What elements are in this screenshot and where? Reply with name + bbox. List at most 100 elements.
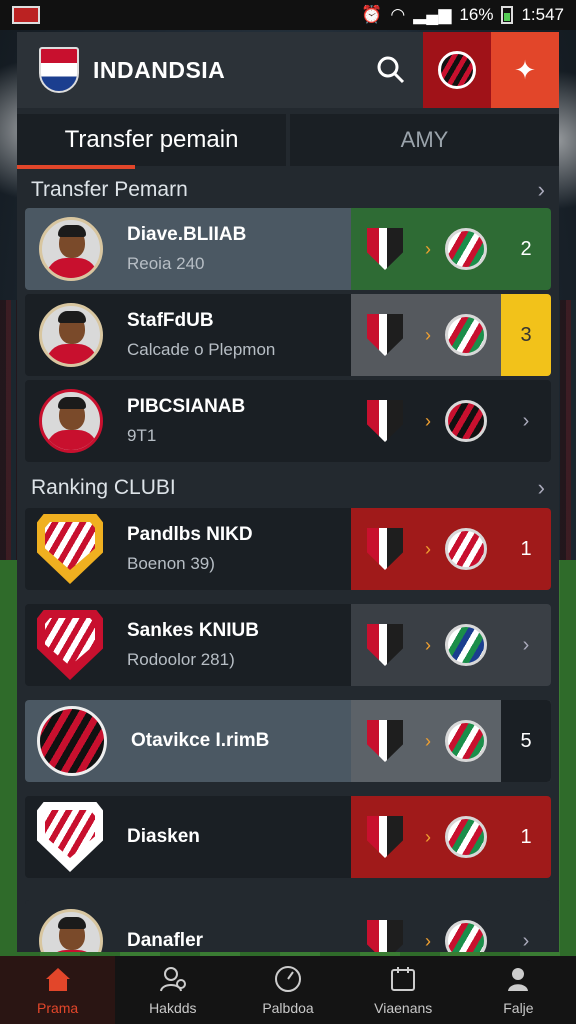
nav-label: Viaenans xyxy=(374,1000,433,1016)
nav-item-palbdoa[interactable]: Palbdoa xyxy=(230,956,345,1024)
arrow-right-icon: › xyxy=(425,826,431,847)
status-bar: ⏰ ◠ ▂▄▆ 16% 1:547 xyxy=(0,0,576,30)
chevron-right-icon: › xyxy=(537,177,545,202)
nav-label: Palbdoa xyxy=(262,1000,314,1016)
calendar-icon xyxy=(388,964,418,994)
arrow-right-icon: › xyxy=(425,238,431,259)
player-detail: Calcade o Plepmon xyxy=(127,340,276,359)
club-name: Otavikce I.rimB xyxy=(131,730,270,751)
to-club-icon xyxy=(445,228,487,270)
club-icon xyxy=(367,720,403,762)
player-avatar xyxy=(39,909,103,952)
player-detail: 9T1 xyxy=(127,426,157,445)
chevron-right-icon: › xyxy=(522,633,530,656)
ranking-row[interactable]: Danafler › › xyxy=(25,900,551,952)
arrow-right-icon: › xyxy=(425,324,431,345)
ranking-row[interactable]: Pandlbs NIKD Boenon 39) › 1 xyxy=(25,508,551,590)
battery-icon xyxy=(501,6,514,24)
from-club-icon xyxy=(367,400,403,442)
chevron-right-icon: › xyxy=(537,475,545,500)
player-detail: Reoia 240 xyxy=(127,254,205,273)
transfer-row[interactable]: Diave.BLIIAB Reoia 240 › 2 xyxy=(25,208,551,290)
section-header-ranking[interactable]: Ranking CLUBI › xyxy=(17,468,559,508)
nav-item-home[interactable]: Prama xyxy=(0,956,116,1024)
club-badge-button[interactable] xyxy=(423,32,491,108)
transfer-row[interactable]: StafFdUB Calcade o Plepmon › 3 xyxy=(25,294,551,376)
club-icon xyxy=(367,920,403,952)
clock: 1:547 xyxy=(521,5,564,24)
profile-icon xyxy=(503,964,533,994)
club-crest xyxy=(37,514,103,584)
from-club-icon xyxy=(367,228,403,270)
top-bar: INDANDSIA ✦ xyxy=(17,32,559,108)
to-club-icon xyxy=(445,400,487,442)
tab-amy[interactable]: AMY xyxy=(290,114,559,166)
player-name: Diave.BLIIAB xyxy=(127,224,247,245)
notifications-button[interactable]: ✦ xyxy=(491,32,559,108)
club-badge-icon xyxy=(438,51,476,89)
player-avatar xyxy=(39,389,103,453)
club-icon xyxy=(367,624,403,666)
club-icon xyxy=(367,816,403,858)
arrow-right-icon: › xyxy=(425,730,431,751)
club-detail: Boenon 39) xyxy=(127,554,215,573)
app-title: INDANDSIA xyxy=(93,56,226,83)
tab-bar: Transfer pemain AMY xyxy=(17,114,559,169)
bottom-nav: Prama Hakdds Palbdoa Viaenans Falje xyxy=(0,956,576,1024)
club-crest xyxy=(37,610,103,680)
battery-percent: 16% xyxy=(459,5,494,24)
alarm-icon: ⏰ xyxy=(361,5,383,24)
compass-icon xyxy=(273,964,303,994)
player-avatar xyxy=(39,303,103,367)
rank-value: 1 xyxy=(520,537,532,560)
club-icon xyxy=(445,528,487,570)
ranking-row[interactable]: Otavikce I.rimB › 5 xyxy=(25,700,551,782)
arrow-right-icon: › xyxy=(425,634,431,655)
club-icon xyxy=(445,920,487,952)
rank-value: 1 xyxy=(520,825,532,848)
tab-transfer[interactable]: Transfer pemain xyxy=(17,114,286,169)
player-name: StafFdUB xyxy=(127,310,214,331)
section-title: Transfer Pemarn xyxy=(31,178,188,201)
nav-item-hakdds[interactable]: Hakdds xyxy=(115,956,230,1024)
player-name: PIBCSIANAB xyxy=(127,396,246,417)
signal-icon: ▂▄▆ xyxy=(413,5,452,24)
club-icon xyxy=(445,624,487,666)
rank-value: 5 xyxy=(501,700,551,782)
arrow-right-icon: › xyxy=(425,930,431,951)
home-icon xyxy=(43,964,73,994)
arrow-right-icon: › xyxy=(425,538,431,559)
app-panel: INDANDSIA ✦ Transfer pemain AMY Transfer… xyxy=(17,32,559,952)
nav-label: Prama xyxy=(36,1000,79,1016)
player-avatar xyxy=(39,217,103,281)
club-detail: Rodoolor 281) xyxy=(127,650,235,669)
chevron-right-icon: › xyxy=(522,929,530,952)
search-button[interactable] xyxy=(371,50,411,90)
from-club-icon xyxy=(367,314,403,356)
to-club-icon xyxy=(445,314,487,356)
nav-item-falje[interactable]: Falje xyxy=(461,956,576,1024)
wifi-icon: ◠ xyxy=(390,5,406,24)
club-icon xyxy=(445,720,487,762)
club-name: Pandlbs NIKD xyxy=(127,524,253,545)
rank-value: 3 xyxy=(501,294,551,376)
section-header-transfers[interactable]: Transfer Pemarn › xyxy=(17,170,559,210)
nav-label: Falje xyxy=(503,1000,534,1016)
club-crest xyxy=(37,706,107,776)
bell-icon: ✦ xyxy=(514,54,536,85)
search-icon xyxy=(377,56,405,84)
club-icon xyxy=(367,528,403,570)
transfer-row[interactable]: PIBCSIANAB 9T1 › › xyxy=(25,380,551,462)
nav-item-viaenans[interactable]: Viaenans xyxy=(346,956,461,1024)
arrow-right-icon: › xyxy=(425,410,431,431)
notification-icon xyxy=(12,6,40,24)
country-flag-icon xyxy=(39,47,79,93)
club-name: Danafler xyxy=(127,930,204,951)
chevron-right-icon: › xyxy=(522,409,530,432)
club-crest xyxy=(37,802,103,872)
user-search-icon xyxy=(158,964,188,994)
ranking-row[interactable]: Diasken › 1 xyxy=(25,796,551,878)
club-name: Sankes KNIUB xyxy=(127,620,259,641)
club-name: Diasken xyxy=(127,826,200,847)
ranking-row[interactable]: Sankes KNIUB Rodoolor 281) › › xyxy=(25,604,551,686)
